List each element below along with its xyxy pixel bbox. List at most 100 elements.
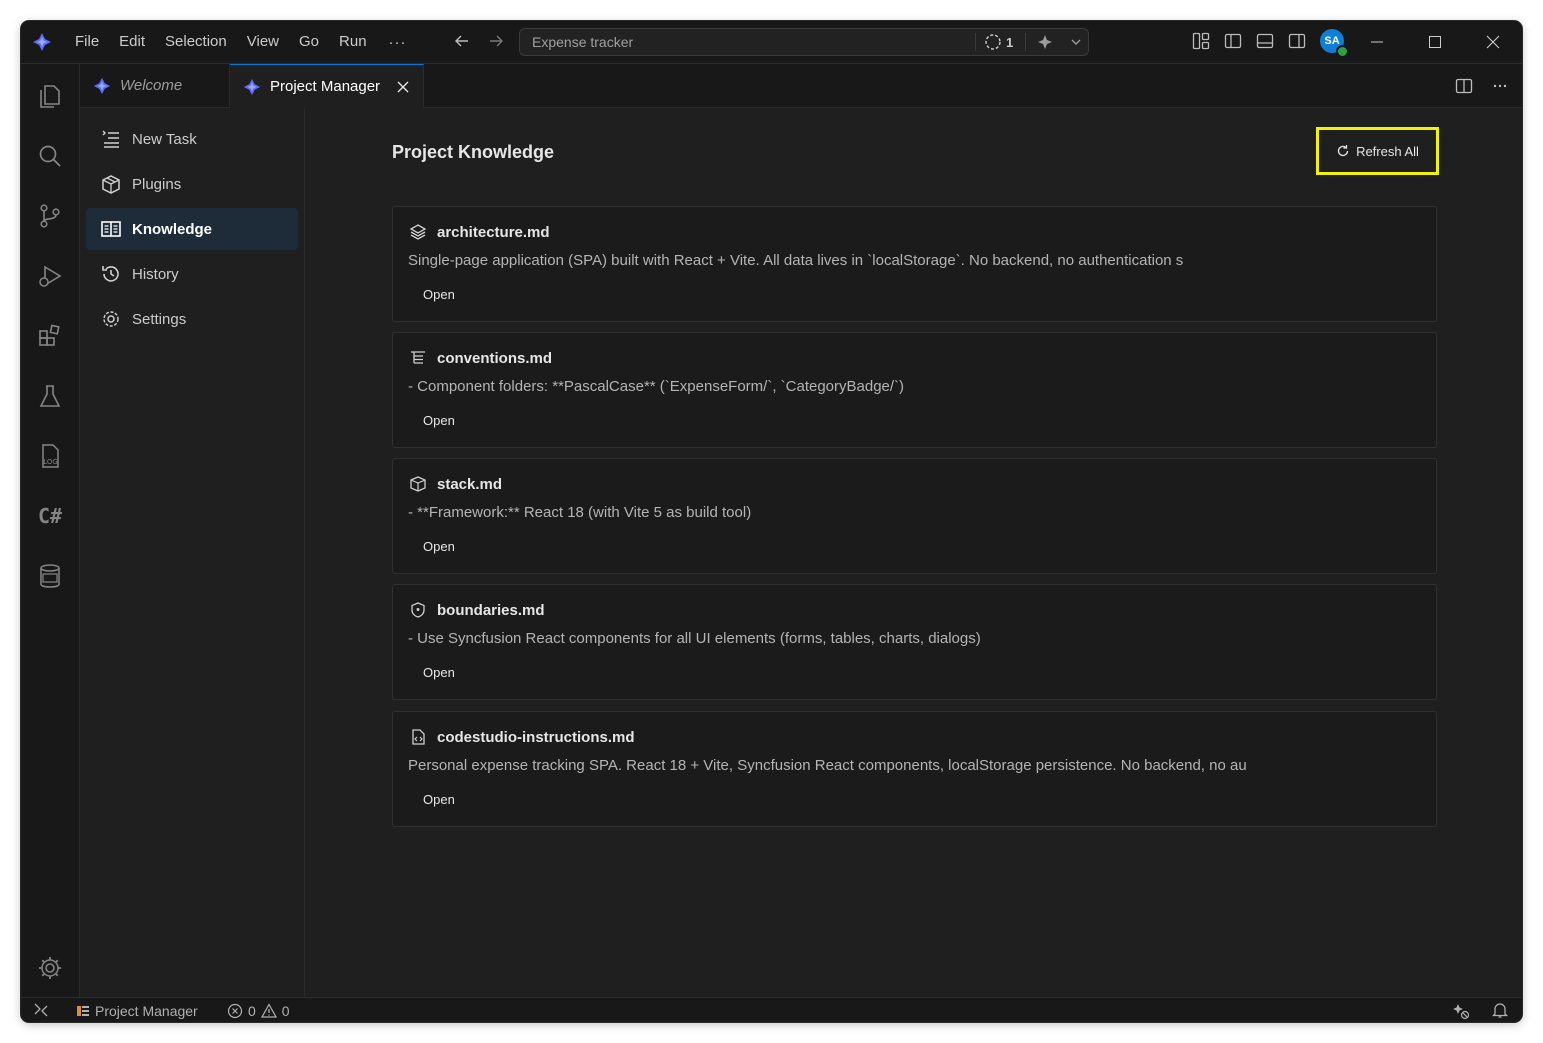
search-icon[interactable] bbox=[34, 140, 66, 172]
tab-project-manager[interactable]: Project Manager bbox=[230, 64, 424, 108]
tab-welcome[interactable]: Welcome bbox=[80, 64, 230, 107]
knowledge-card: stack.md - **Framework:** React 18 (with… bbox=[392, 458, 1437, 574]
nav-label: New Task bbox=[132, 130, 197, 148]
open-button[interactable]: Open bbox=[423, 287, 455, 302]
list-tree-icon bbox=[411, 351, 425, 364]
card-description: Single-page application (SPA) built with… bbox=[408, 252, 1184, 269]
card-title: codestudio-instructions.md bbox=[437, 728, 635, 746]
card-title: boundaries.md bbox=[437, 601, 545, 619]
sql-database-icon[interactable] bbox=[34, 560, 66, 592]
nav-new-task[interactable]: New Task bbox=[86, 118, 298, 160]
open-button[interactable]: Open bbox=[423, 413, 455, 428]
divider bbox=[975, 33, 976, 51]
nav-label: History bbox=[132, 265, 179, 283]
back-arrow-icon[interactable] bbox=[451, 29, 473, 53]
refresh-icon bbox=[1337, 145, 1349, 157]
csharp-label: C# bbox=[37, 504, 63, 528]
package-icon bbox=[410, 476, 426, 492]
tab-label: Project Manager bbox=[270, 78, 381, 95]
menu-view[interactable]: View bbox=[237, 21, 289, 63]
card-description: - Use Syncfusion React components for al… bbox=[408, 630, 981, 647]
card-description: Personal expense tracking SPA. React 18 … bbox=[408, 757, 1247, 774]
new-task-icon bbox=[100, 128, 122, 150]
app-window: File Edit Selection View Go Run ··· Expe… bbox=[21, 21, 1522, 1022]
window-controls bbox=[1348, 21, 1522, 63]
maximize-icon bbox=[1429, 36, 1441, 48]
run-debug-icon[interactable] bbox=[34, 260, 66, 292]
layout-controls bbox=[1191, 31, 1307, 51]
minimize-icon bbox=[1371, 41, 1383, 43]
testing-flask-icon[interactable] bbox=[34, 380, 66, 412]
log-file-icon[interactable]: LOG bbox=[34, 440, 66, 472]
command-center-title: Expense tracker bbox=[532, 34, 634, 50]
status-problems[interactable]: 0 0 bbox=[227, 998, 290, 1022]
csharp-icon[interactable]: C# bbox=[34, 500, 66, 532]
minimize-button[interactable] bbox=[1348, 21, 1406, 63]
app-logo-icon bbox=[93, 77, 111, 94]
nav-label: Knowledge bbox=[132, 220, 213, 238]
copilot-status-icon[interactable] bbox=[1451, 1001, 1471, 1021]
app-logo-icon bbox=[243, 78, 261, 95]
menu-selection[interactable]: Selection bbox=[155, 21, 237, 63]
warning-count: 0 bbox=[281, 1002, 290, 1019]
toggle-panel-icon[interactable] bbox=[1255, 31, 1275, 51]
activity-bar: LOG C# bbox=[21, 64, 80, 997]
remote-connection-icon[interactable] bbox=[33, 1002, 49, 1018]
open-button[interactable]: Open bbox=[423, 665, 455, 680]
chevron-down-icon[interactable] bbox=[1068, 34, 1084, 50]
open-button[interactable]: Open bbox=[423, 792, 455, 807]
project-manager-nav: New Task Plugins Knowledge History Setti… bbox=[80, 108, 305, 997]
book-icon bbox=[100, 218, 122, 240]
status-project-label: Project Manager bbox=[95, 1002, 198, 1019]
open-button[interactable]: Open bbox=[423, 539, 455, 554]
shield-icon bbox=[411, 602, 425, 618]
manage-gear-icon[interactable] bbox=[34, 952, 66, 984]
command-center[interactable]: Expense tracker 1 bbox=[519, 28, 1089, 56]
more-actions-icon[interactable] bbox=[1490, 76, 1510, 96]
split-editor-icon[interactable] bbox=[1454, 76, 1474, 96]
close-icon[interactable] bbox=[395, 79, 411, 95]
nav-history[interactable]: History bbox=[86, 253, 298, 295]
nav-knowledge[interactable]: Knowledge bbox=[86, 208, 298, 250]
progress-ring-icon bbox=[985, 34, 1001, 50]
menu-file[interactable]: File bbox=[65, 21, 109, 63]
knowledge-card: architecture.md Single-page application … bbox=[392, 206, 1437, 322]
card-description: - Component folders: **PascalCase** (`Ex… bbox=[408, 378, 905, 395]
sparkle-icon[interactable] bbox=[1035, 33, 1055, 53]
menu-more-button[interactable]: ··· bbox=[377, 34, 419, 51]
extensions-icon[interactable] bbox=[34, 320, 66, 352]
menu-edit[interactable]: Edit bbox=[109, 21, 155, 63]
nav-settings[interactable]: Settings bbox=[86, 298, 298, 340]
history-navigation bbox=[451, 29, 507, 53]
nav-plugins[interactable]: Plugins bbox=[86, 163, 298, 205]
error-count: 0 bbox=[248, 1002, 256, 1019]
forward-arrow-icon[interactable] bbox=[485, 29, 507, 53]
box-icon bbox=[100, 173, 122, 195]
gear-icon bbox=[100, 308, 122, 330]
layers-icon bbox=[409, 224, 427, 240]
warning-icon bbox=[260, 1002, 277, 1018]
card-title: stack.md bbox=[437, 475, 503, 493]
customize-layout-icon[interactable] bbox=[1191, 31, 1211, 51]
toggle-primary-sidebar-icon[interactable] bbox=[1223, 31, 1243, 51]
knowledge-view: Project Knowledge Refresh All architectu… bbox=[305, 108, 1522, 997]
knowledge-card: codestudio-instructions.md Personal expe… bbox=[392, 711, 1437, 827]
menu-run[interactable]: Run bbox=[329, 21, 377, 63]
progress-indicator[interactable]: 1 bbox=[984, 33, 1013, 51]
page-title: Project Knowledge bbox=[392, 142, 555, 162]
error-icon bbox=[227, 1003, 243, 1018]
menu-go[interactable]: Go bbox=[289, 21, 329, 63]
maximize-button[interactable] bbox=[1406, 21, 1464, 63]
editor-tab-bar: Welcome Project Manager bbox=[80, 64, 1522, 108]
status-project-manager[interactable]: Project Manager bbox=[76, 998, 198, 1022]
explorer-icon[interactable] bbox=[34, 80, 66, 112]
source-control-icon[interactable] bbox=[34, 200, 66, 232]
close-button[interactable] bbox=[1464, 21, 1522, 63]
toggle-secondary-sidebar-icon[interactable] bbox=[1287, 31, 1307, 51]
refresh-all-button[interactable]: Refresh All bbox=[1316, 127, 1439, 175]
card-description: - **Framework:** React 18 (with Vite 5 a… bbox=[408, 504, 752, 521]
progress-count: 1 bbox=[1006, 34, 1014, 50]
card-title: architecture.md bbox=[437, 223, 550, 241]
app-logo-icon[interactable] bbox=[31, 31, 53, 53]
notifications-bell-icon[interactable] bbox=[1491, 1001, 1509, 1019]
